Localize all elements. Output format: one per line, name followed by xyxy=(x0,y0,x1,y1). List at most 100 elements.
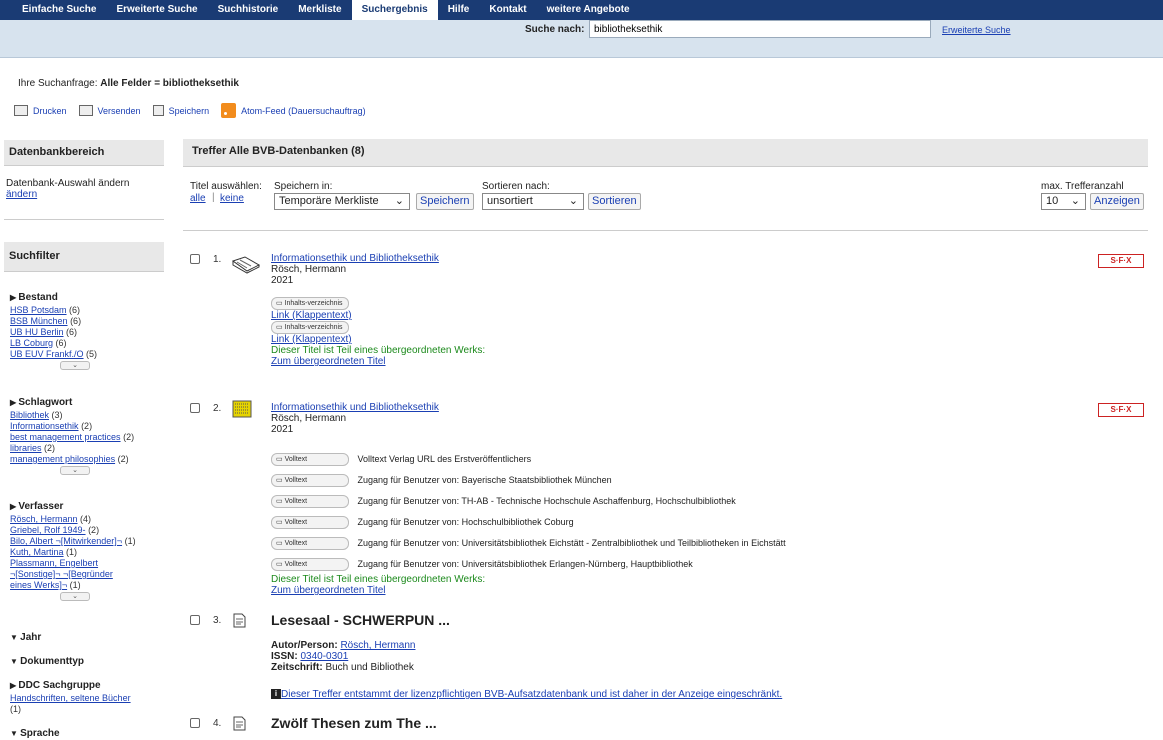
filter-count: (1) xyxy=(66,547,78,557)
sort-select[interactable]: unsortiert ⌄ xyxy=(482,193,584,210)
result-year: 2021 xyxy=(271,275,294,286)
fulltext-badge[interactable]: ▭ Volltext xyxy=(271,453,349,466)
sfx-button[interactable]: S·F·X xyxy=(1098,403,1144,417)
max-results-select[interactable]: 10 ⌄ xyxy=(1041,193,1086,210)
toc-badge[interactable]: ▭ Inhalts-verzeichnis xyxy=(271,321,349,334)
blurb-link[interactable]: Link (Klappentext) xyxy=(271,334,352,345)
results-heading: Treffer Alle BVB-Datenbanken (8) xyxy=(183,139,1148,167)
fulltext-badge[interactable]: ▭ Volltext xyxy=(271,495,349,508)
result-title-link[interactable]: Informationsethik und Bibliotheksethik xyxy=(271,253,439,264)
filter-item[interactable]: UB HU Berlin xyxy=(10,327,64,337)
sort-label: Sortieren nach: xyxy=(482,181,550,192)
result-title-link[interactable]: Informationsethik und Bibliotheksethik xyxy=(271,402,439,413)
result-checkbox[interactable] xyxy=(190,718,200,728)
filter-group-title[interactable]: Bestand xyxy=(10,292,97,303)
fulltext-badge[interactable]: ▭ Volltext xyxy=(271,558,349,571)
tab-erweiterte-suche[interactable]: Erweiterte Suche xyxy=(106,0,207,20)
filter-item[interactable]: Bibliothek xyxy=(10,410,49,420)
result-2: Informationsethik und Bibliotheksethik R… xyxy=(271,402,439,435)
result-checkbox[interactable] xyxy=(190,615,200,625)
result-checkbox[interactable] xyxy=(190,403,200,413)
filter-item[interactable]: HSB Potsdam xyxy=(10,305,67,315)
top-navigation: Einfache Suche Erweiterte Suche Suchhist… xyxy=(0,0,1163,20)
filter-item[interactable]: Kuth, Martina xyxy=(10,547,64,557)
filter-item[interactable]: LB Coburg xyxy=(10,338,53,348)
blurb-link[interactable]: Link (Klappentext) xyxy=(271,310,352,321)
save-in-value: Temporäre Merkliste xyxy=(279,195,379,207)
filter-group-schlagwort: Schlagwort Bibliothek (3) Informationset… xyxy=(10,397,134,475)
result-title[interactable]: Lesesaal - SCHWERPUN ... xyxy=(271,612,450,628)
search-input[interactable] xyxy=(589,20,931,38)
tab-merkliste[interactable]: Merkliste xyxy=(288,0,351,20)
show-button[interactable]: Anzeigen xyxy=(1090,193,1144,210)
filter-item[interactable]: management philosophies xyxy=(10,454,115,464)
filter-group-title[interactable]: Sprache xyxy=(10,728,59,739)
filter-item[interactable]: Handschriften, seltene Bücher xyxy=(10,693,131,703)
access-list: ▭ Volltext Volltext Verlag URL des Erstv… xyxy=(271,453,786,596)
chevron-down-icon: ⌄ xyxy=(568,195,578,207)
filter-item[interactable]: BSB München xyxy=(10,316,68,326)
fulltext-badge[interactable]: ▭ Volltext xyxy=(271,474,349,487)
query-prefix: Ihre Suchanfrage: xyxy=(18,78,98,89)
result-title[interactable]: Zwölf Thesen zum The ... xyxy=(271,715,437,731)
filter-item[interactable]: Informationsethik xyxy=(10,421,79,431)
restricted-notice-link[interactable]: Dieser Treffer entstammt der lizenzpflic… xyxy=(281,689,782,700)
filter-item[interactable]: Plassmann, Engelbert ¬[Sonstige]¬ ¬[Begr… xyxy=(10,558,113,590)
filter-count: (2) xyxy=(88,525,100,535)
part-of-notice: Dieser Titel ist Teil eines übergeordnet… xyxy=(271,574,486,585)
tab-weitere-angebote[interactable]: weitere Angebote xyxy=(537,0,640,20)
tab-suchergebnis[interactable]: Suchergebnis xyxy=(351,0,438,20)
advanced-search-link[interactable]: Erweiterte Suche xyxy=(942,25,1011,35)
result-checkbox[interactable] xyxy=(190,254,200,264)
tab-hilfe[interactable]: Hilfe xyxy=(438,0,480,20)
filter-item[interactable]: UB EUV Frankf./O xyxy=(10,349,84,359)
expand-more-button[interactable]: ⌄ xyxy=(60,361,90,370)
filter-count: (2) xyxy=(44,443,56,453)
save-in-select[interactable]: Temporäre Merkliste ⌄ xyxy=(274,193,410,210)
filter-group-title[interactable]: Dokumenttyp xyxy=(10,656,84,667)
article-icon xyxy=(233,613,246,628)
filter-group-title[interactable]: Jahr xyxy=(10,632,41,643)
select-none-link[interactable]: keine xyxy=(220,193,244,204)
result-1: Informationsethik und Bibliotheksethik R… xyxy=(271,253,485,367)
expand-more-button[interactable]: ⌄ xyxy=(60,466,90,475)
toc-badge[interactable]: ▭ Inhalts-verzeichnis xyxy=(271,297,349,310)
send-link[interactable]: Versenden xyxy=(98,106,141,116)
tab-kontakt[interactable]: Kontakt xyxy=(479,0,536,20)
save-button[interactable]: Speichern xyxy=(416,193,474,210)
ebook-icon xyxy=(232,400,252,418)
save-link[interactable]: Speichern xyxy=(169,106,210,116)
parent-title-link[interactable]: Zum übergeordneten Titel xyxy=(271,585,386,596)
database-change-link[interactable]: ändern xyxy=(6,189,37,200)
filter-item[interactable]: Rösch, Hermann xyxy=(10,514,78,524)
author-link[interactable]: Rösch, Hermann xyxy=(340,640,415,651)
filter-item[interactable]: Griebel, Rolf 1949- xyxy=(10,525,86,535)
sort-button[interactable]: Sortieren xyxy=(588,193,641,210)
filter-count: (6) xyxy=(55,338,67,348)
filter-count: (5) xyxy=(86,349,98,359)
expand-more-button[interactable]: ⌄ xyxy=(60,592,90,601)
fulltext-badge[interactable]: ▭ Volltext xyxy=(271,537,349,550)
atom-feed-link[interactable]: Atom-Feed (Dauersuchauftrag) xyxy=(241,106,366,116)
filter-count: (2) xyxy=(123,432,135,442)
filter-item[interactable]: Bilo, Albert ¬[Mitwirkender]¬ xyxy=(10,536,122,546)
tab-suchhistorie[interactable]: Suchhistorie xyxy=(208,0,289,20)
max-results-label: max. Trefferanzahl xyxy=(1041,181,1124,192)
result-3-details: Autor/Person: Rösch, Hermann ISSN: 0340-… xyxy=(271,640,415,673)
print-link[interactable]: Drucken xyxy=(33,106,67,116)
filter-item[interactable]: libraries xyxy=(10,443,42,453)
divider xyxy=(4,219,164,220)
filter-group-ddc: DDC Sachgruppe Handschriften, seltene Bü… xyxy=(10,680,160,715)
sfx-button[interactable]: S·F·X xyxy=(1098,254,1144,268)
select-all-link[interactable]: alle xyxy=(190,193,206,204)
filter-count: (3) xyxy=(51,410,63,420)
tab-einfache-suche[interactable]: Einfache Suche xyxy=(12,0,106,20)
parent-title-link[interactable]: Zum übergeordneten Titel xyxy=(271,356,386,367)
filter-group-title[interactable]: Schlagwort xyxy=(10,397,134,408)
filter-item[interactable]: best management practices xyxy=(10,432,121,442)
issn-link[interactable]: 0340-0301 xyxy=(300,651,348,662)
fulltext-badge[interactable]: ▭ Volltext xyxy=(271,516,349,529)
filter-group-title[interactable]: Verfasser xyxy=(10,501,160,512)
filter-group-title[interactable]: DDC Sachgruppe xyxy=(10,680,160,691)
floppy-disk-icon xyxy=(152,105,164,116)
